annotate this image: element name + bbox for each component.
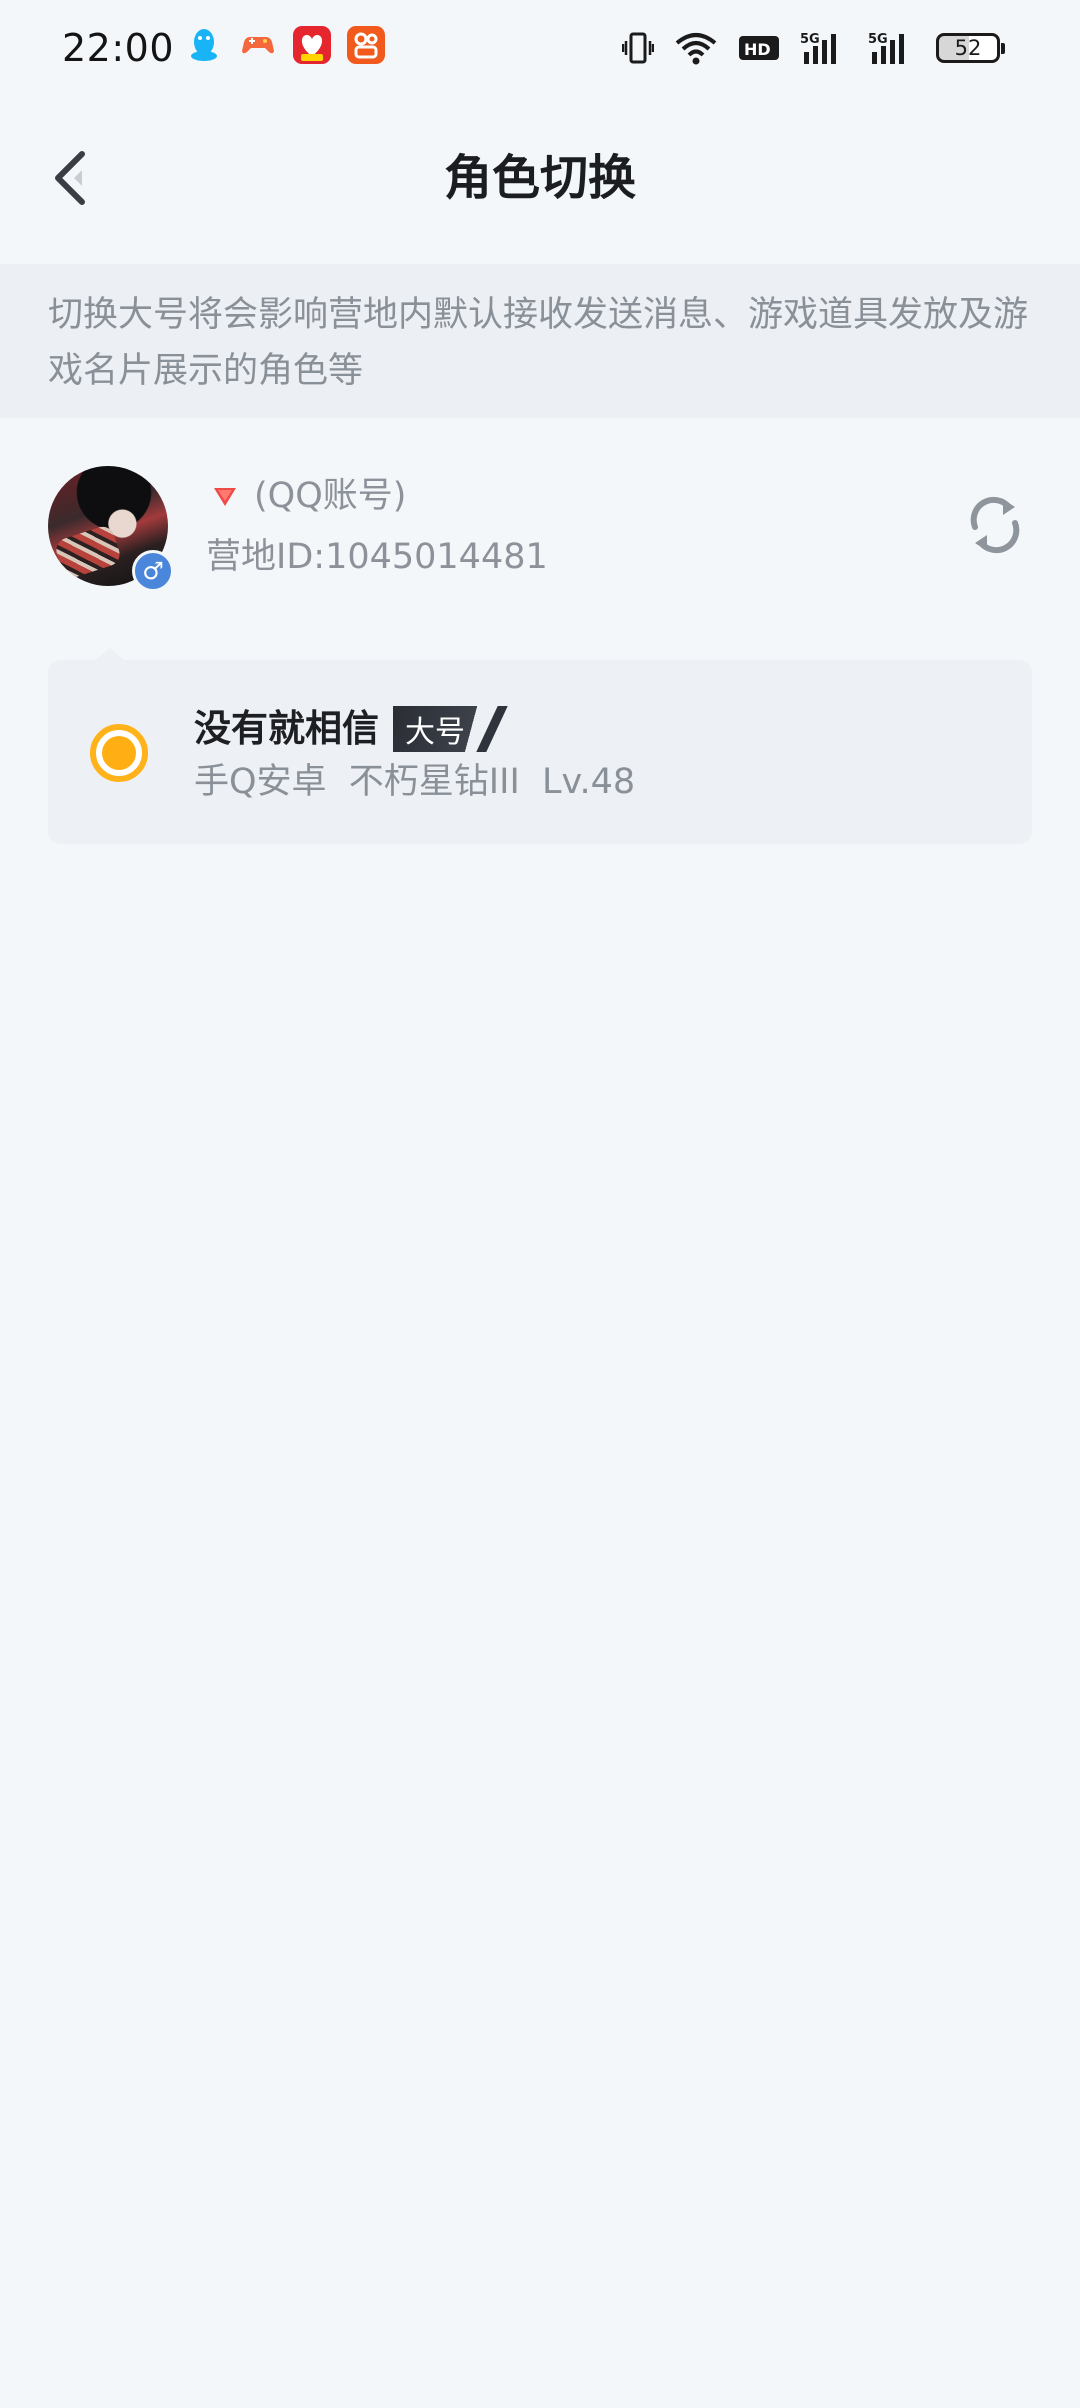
battery-indicator: 52	[936, 33, 1005, 63]
5g-signal-icon: 5G	[868, 32, 904, 64]
svg-text:HD: HD	[744, 40, 771, 59]
refresh-icon	[970, 496, 1020, 554]
status-time: 22:00	[62, 26, 175, 70]
hd-icon: HD	[739, 36, 779, 60]
notice-text: 切换大号将会影响营地内默认接收发送消息、游戏道具发放及游戏名片展示的角色等	[48, 295, 1029, 391]
account-block: ♂ (QQ账号) 营地ID:1045014481	[0, 418, 1080, 618]
role-detail: 手Q安卓 不朽星钻III Lv.48	[194, 762, 636, 802]
role-name-line: 没有就相信 大号	[194, 704, 501, 754]
radio-dot	[102, 736, 136, 770]
notice-banner: 切换大号将会影响营地内默认接收发送消息、游戏道具发放及游戏名片展示的角色等	[0, 264, 1080, 418]
main-account-tag: 大号	[393, 706, 501, 752]
role-radio-selected[interactable]	[90, 724, 148, 782]
notification-icons	[185, 26, 385, 64]
status-bar: 22:00 HD 5G 5G 52	[0, 0, 1080, 96]
wifi-icon	[675, 33, 717, 65]
camp-id: 营地ID:1045014481	[206, 537, 548, 577]
svg-text:5G: 5G	[800, 32, 820, 47]
orange-app-icon	[347, 26, 385, 64]
game-controller-icon	[242, 36, 274, 54]
nav-bar: 角色切换	[0, 96, 1080, 264]
rank-triangle-icon	[214, 488, 236, 506]
role-name: 没有就相信	[194, 707, 379, 750]
svg-text:5G: 5G	[868, 32, 888, 47]
red-app-icon	[293, 26, 331, 64]
role-card[interactable]: 没有就相信 大号 手Q安卓 不朽星钻III Lv.48	[48, 648, 1032, 844]
switch-account-button[interactable]	[960, 490, 1030, 560]
5g-signal-icon: 5G	[800, 32, 836, 64]
qq-penguin-icon	[191, 29, 217, 61]
vibrate-icon	[622, 32, 654, 64]
male-gender-icon: ♂	[132, 550, 174, 592]
system-icons: HD 5G 5G 52	[622, 28, 1005, 68]
account-type-label: (QQ账号)	[254, 476, 407, 516]
page-title: 角色切换	[443, 150, 636, 206]
account-line: (QQ账号)	[210, 474, 406, 518]
